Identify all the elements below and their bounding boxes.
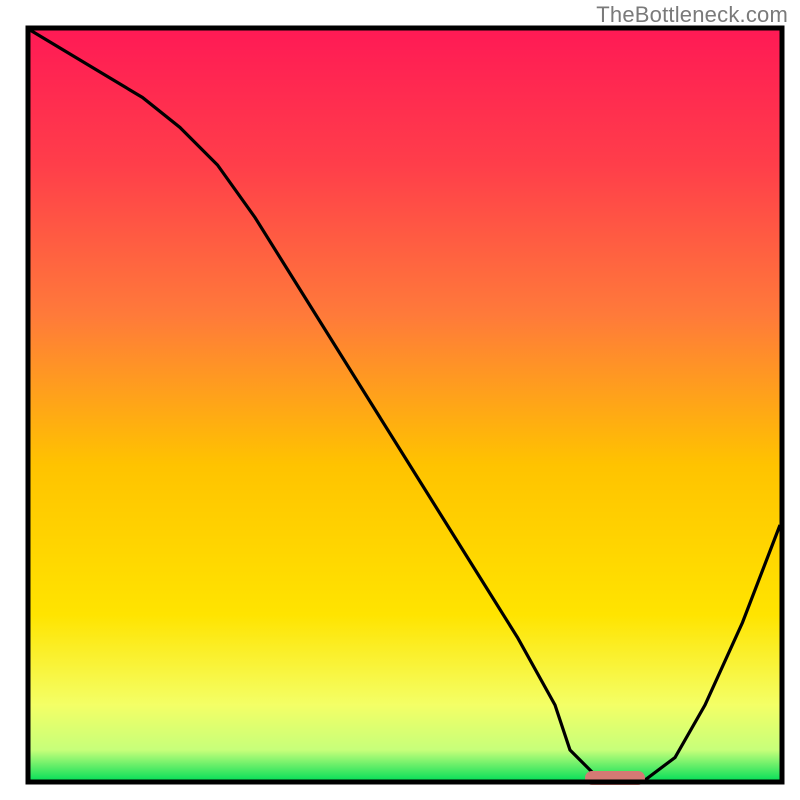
plot-background <box>30 30 780 780</box>
chart-svg <box>0 0 800 800</box>
chart-container: TheBottleneck.com <box>0 0 800 800</box>
